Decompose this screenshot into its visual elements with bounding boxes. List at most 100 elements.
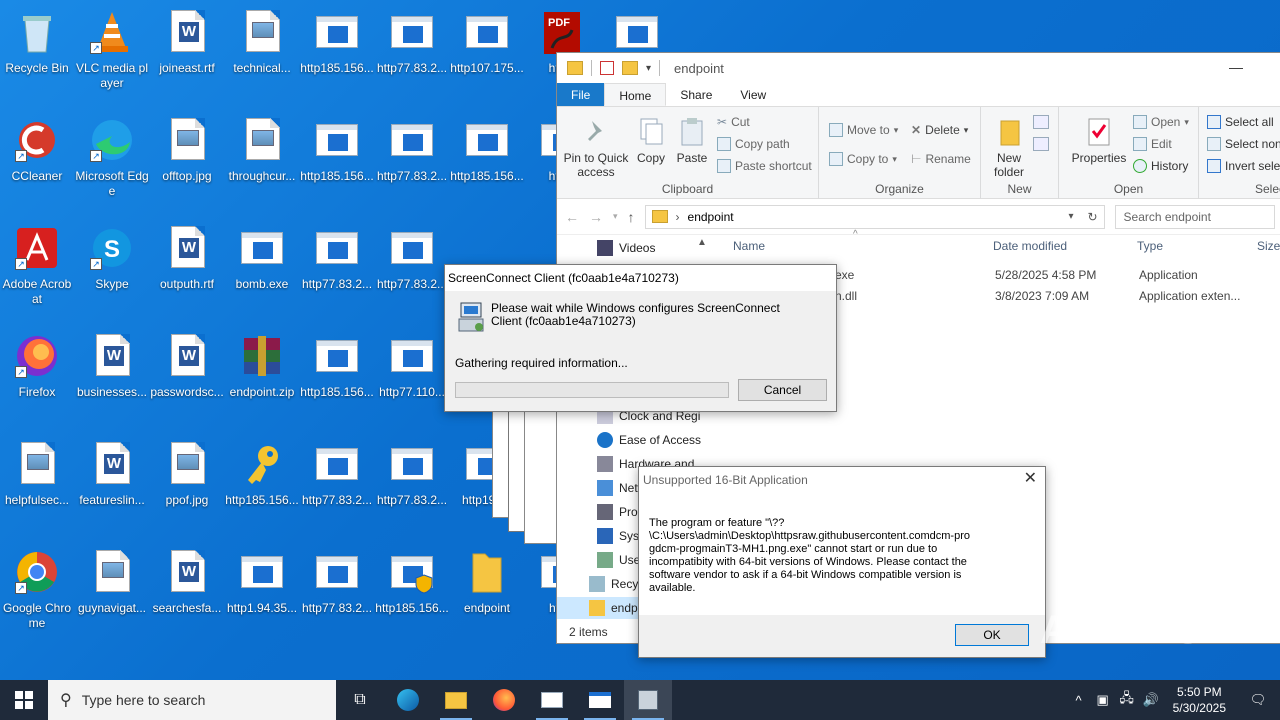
- new-item-icon[interactable]: [1033, 115, 1049, 129]
- properties-quick-icon[interactable]: [600, 61, 614, 75]
- desktop-icon[interactable]: http77.83.2...: [375, 220, 449, 320]
- desktop-icon[interactable]: helpfulsec...: [0, 436, 74, 536]
- screenconnect-dialog[interactable]: ScreenConnect Client (fc0aab1e4a710273) …: [444, 264, 837, 412]
- desktop-icon[interactable]: S ↗ Skype: [75, 220, 149, 320]
- desktop-icon[interactable]: http185.156...: [300, 328, 374, 428]
- history-button[interactable]: History: [1133, 159, 1188, 173]
- desktop-icon[interactable]: http185.156...: [225, 436, 299, 536]
- volume-icon[interactable]: 🔊: [1139, 692, 1163, 708]
- open-button[interactable]: Open ▾: [1133, 115, 1189, 129]
- desktop-icon[interactable]: Wpasswordsc...: [150, 328, 224, 428]
- delete-button[interactable]: ✕ Delete ▾: [911, 123, 968, 137]
- tab-view[interactable]: View: [726, 83, 780, 106]
- breadcrumb[interactable]: endpoint: [688, 210, 734, 224]
- tab-share[interactable]: Share: [666, 83, 726, 106]
- taskbar-edge[interactable]: [384, 680, 432, 720]
- select-all-button[interactable]: Select all: [1207, 115, 1274, 129]
- desktop-icon[interactable]: Wsearchesfa...: [150, 544, 224, 644]
- desktop-icon[interactable]: http77.83.2...: [300, 220, 374, 320]
- taskbar-app-window-2[interactable]: [576, 680, 624, 720]
- taskbar-firefox[interactable]: [480, 680, 528, 720]
- desktop-icon[interactable]: ↗ Adobe Acrobat: [0, 220, 74, 320]
- nav-item-recycle[interactable]: Recyc: [589, 573, 644, 595]
- desktop-icon[interactable]: http77.83.2...: [300, 544, 374, 644]
- desktop-icon[interactable]: ↗ VLC media player: [75, 4, 149, 104]
- chevron-down-icon[interactable]: ▾: [646, 63, 651, 74]
- copy-path-button[interactable]: Copy path: [717, 137, 790, 151]
- desktop-icon[interactable]: Woutputh.rtf: [150, 220, 224, 320]
- cancel-button[interactable]: Cancel: [738, 379, 827, 401]
- chevron-up-icon[interactable]: ^: [1067, 693, 1091, 708]
- desktop-icon[interactable]: ↗ Firefox: [0, 328, 74, 428]
- up-arrow-icon[interactable]: ↑: [628, 209, 635, 225]
- copy-button[interactable]: Copy: [633, 115, 669, 165]
- desktop-icon[interactable]: http1.94.35...: [225, 544, 299, 644]
- properties-button[interactable]: Properties: [1067, 115, 1131, 165]
- refresh-icon[interactable]: ↻: [1081, 210, 1103, 224]
- paste-shortcut-button[interactable]: Paste shortcut: [717, 159, 812, 173]
- desktop-icon[interactable]: http77.83.2...: [300, 436, 374, 536]
- paste-button[interactable]: Paste: [673, 115, 711, 165]
- taskbar-installer[interactable]: [624, 680, 672, 720]
- nav-item-videos[interactable]: Videos: [597, 237, 655, 259]
- rename-button[interactable]: ⊢ Rename: [911, 152, 971, 166]
- address-dropdown-icon[interactable]: ▾: [1068, 211, 1073, 222]
- pin-quick-access-button[interactable]: Pin to Quick access: [563, 115, 629, 179]
- desktop-icon[interactable]: http185.156...: [300, 4, 374, 104]
- column-type[interactable]: Type: [1137, 235, 1163, 257]
- nav-item-ease-of-access[interactable]: Ease of Access: [597, 429, 701, 451]
- taskbar-app-window[interactable]: [528, 680, 576, 720]
- desktop-icon[interactable]: http77.83.2...: [375, 4, 449, 104]
- desktop-icon[interactable]: throughcur...: [225, 112, 299, 212]
- nav-item-system[interactable]: Syst: [597, 525, 642, 547]
- desktop-icon[interactable]: bomb.exe: [225, 220, 299, 320]
- recent-chevron-icon[interactable]: ▾: [613, 211, 618, 222]
- desktop-icon[interactable]: http107.175...: [450, 4, 524, 104]
- edit-button[interactable]: Edit: [1133, 137, 1172, 151]
- desktop-icon[interactable]: offtop.jpg: [150, 112, 224, 212]
- task-view-button[interactable]: ⧉: [336, 680, 384, 720]
- desktop-icon[interactable]: ↗ CCleaner: [0, 112, 74, 212]
- explorer-titlebar[interactable]: ▾ endpoint —: [557, 53, 1280, 83]
- new-folder-button[interactable]: New folder: [987, 115, 1031, 179]
- column-size[interactable]: Size: [1257, 235, 1280, 257]
- desktop-icon[interactable]: http77.83.2...: [375, 112, 449, 212]
- desktop-icon[interactable]: endpoint.zip: [225, 328, 299, 428]
- easy-access-icon[interactable]: [1033, 137, 1049, 151]
- desktop-icon[interactable]: http77.110...: [375, 328, 449, 428]
- desktop-icon[interactable]: Wbusinesses...: [75, 328, 149, 428]
- search-input[interactable]: Search endpoint: [1114, 204, 1275, 229]
- invert-selection-button[interactable]: Invert selec: [1207, 159, 1280, 173]
- network-icon[interactable]: 🖧: [1115, 689, 1139, 711]
- nav-item-users[interactable]: Use: [597, 549, 640, 571]
- taskbar-search[interactable]: ⚲ Type here to search: [48, 680, 336, 720]
- desktop-icon[interactable]: http185.156...: [375, 544, 449, 644]
- new-folder-quick-icon[interactable]: [622, 61, 638, 75]
- scroll-up-icon[interactable]: ▲: [697, 237, 707, 248]
- desktop-icon[interactable]: guynavigat...: [75, 544, 149, 644]
- desktop-icon[interactable]: endpoint: [450, 544, 524, 644]
- ok-button[interactable]: OK: [955, 624, 1029, 646]
- select-none-button[interactable]: Select non: [1207, 137, 1280, 151]
- desktop-icon[interactable]: ↗ Google Chrome: [0, 544, 74, 644]
- meet-now-icon[interactable]: ▣: [1091, 692, 1115, 708]
- desktop-icon[interactable]: ppof.jpg: [150, 436, 224, 536]
- desktop-icon[interactable]: http185.156...: [300, 112, 374, 212]
- desktop-icon[interactable]: http185.156...: [450, 112, 524, 212]
- desktop-icon[interactable]: Wjoineast.rtf: [150, 4, 224, 104]
- notifications-icon[interactable]: 🗨: [1236, 692, 1280, 708]
- desktop-icon[interactable]: http77.83.2...: [375, 436, 449, 536]
- back-arrow-icon[interactable]: ←: [565, 209, 579, 225]
- taskbar-explorer[interactable]: [432, 680, 480, 720]
- column-date-modified[interactable]: Date modified: [993, 235, 1067, 257]
- unsupported-app-dialog[interactable]: Unsupported 16-Bit Application ✕ The pro…: [638, 466, 1046, 658]
- column-name[interactable]: Name: [733, 235, 765, 257]
- tab-file[interactable]: File: [557, 83, 605, 106]
- forward-arrow-icon[interactable]: →: [589, 209, 603, 225]
- minimize-button[interactable]: —: [1229, 59, 1243, 75]
- move-to-button[interactable]: Move to ▾: [829, 123, 898, 137]
- copy-to-button[interactable]: Copy to ▾: [829, 152, 897, 166]
- address-bar[interactable]: › endpoint ▾ ↻: [644, 204, 1105, 229]
- desktop-icon[interactable]: Recycle Bin: [0, 4, 74, 104]
- cut-button[interactable]: ✂ Cut: [717, 115, 750, 129]
